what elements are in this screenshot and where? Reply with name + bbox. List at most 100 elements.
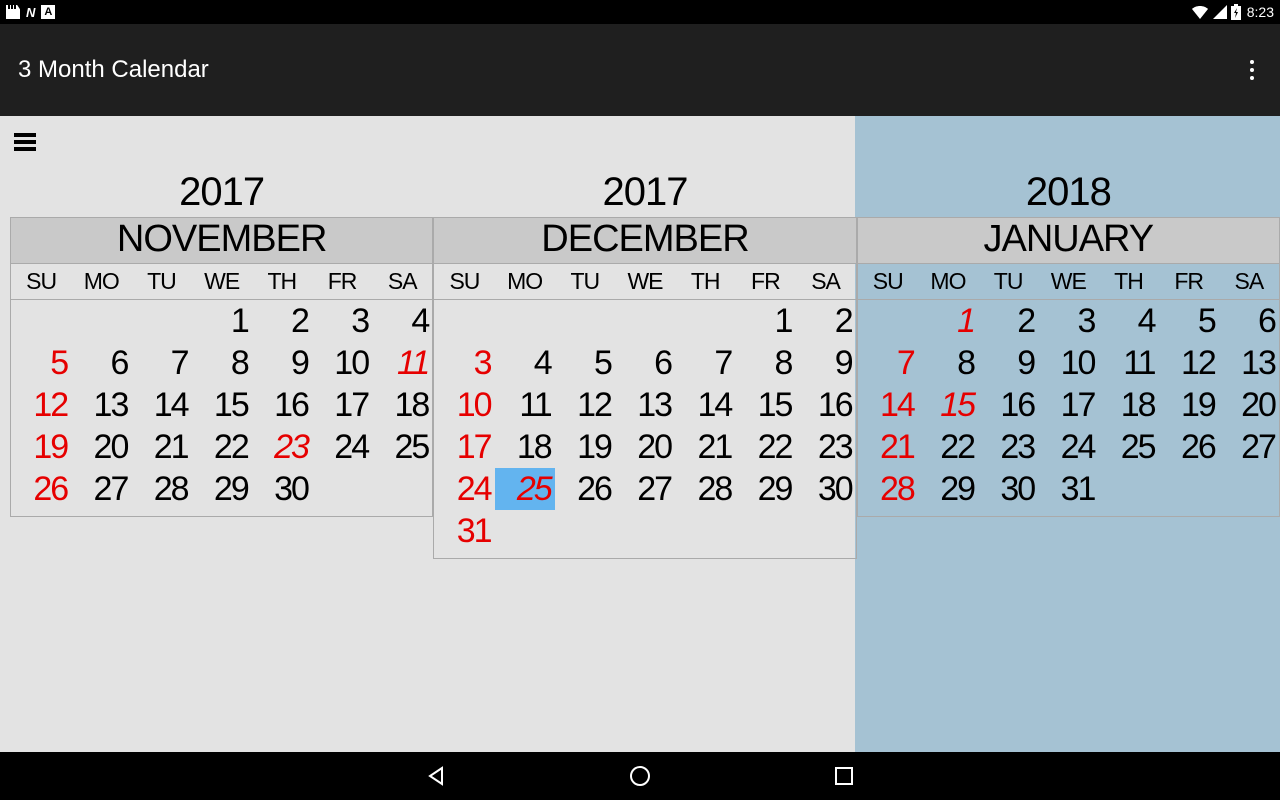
- day-cell[interactable]: 24: [1038, 426, 1098, 468]
- day-cell[interactable]: 3: [1038, 300, 1098, 342]
- day-cell[interactable]: 17: [312, 384, 372, 426]
- day-cell[interactable]: 28: [131, 468, 191, 510]
- day-cell[interactable]: 26: [11, 468, 71, 510]
- day-cell[interactable]: 7: [131, 342, 191, 384]
- day-cell[interactable]: 13: [1219, 342, 1279, 384]
- day-cell[interactable]: 4: [1098, 300, 1158, 342]
- day-cell[interactable]: 4: [372, 300, 432, 342]
- year-label: 2018: [857, 170, 1280, 215]
- day-cell[interactable]: 5: [11, 342, 71, 384]
- day-cell[interactable]: 7: [675, 342, 735, 384]
- day-cell[interactable]: 11: [372, 342, 432, 384]
- day-cell[interactable]: 29: [735, 468, 795, 510]
- day-cell[interactable]: 3: [434, 342, 494, 384]
- day-cell[interactable]: 1: [918, 300, 978, 342]
- day-cell[interactable]: 18: [1098, 384, 1158, 426]
- day-cell[interactable]: 13: [615, 384, 675, 426]
- day-cell[interactable]: 31: [1038, 468, 1098, 510]
- day-cell[interactable]: 27: [615, 468, 675, 510]
- day-cell[interactable]: 13: [71, 384, 131, 426]
- day-cell[interactable]: 30: [978, 468, 1038, 510]
- day-cell[interactable]: 18: [372, 384, 432, 426]
- day-cell[interactable]: 8: [918, 342, 978, 384]
- day-cell[interactable]: 25: [1098, 426, 1158, 468]
- day-cell[interactable]: 6: [1219, 300, 1279, 342]
- day-cell[interactable]: 12: [11, 384, 71, 426]
- day-cell[interactable]: 15: [735, 384, 795, 426]
- day-cell[interactable]: 16: [978, 384, 1038, 426]
- day-cell[interactable]: 8: [735, 342, 795, 384]
- day-cell[interactable]: 19: [555, 426, 615, 468]
- day-cell[interactable]: 9: [978, 342, 1038, 384]
- day-cell[interactable]: 6: [615, 342, 675, 384]
- day-cell[interactable]: 15: [192, 384, 252, 426]
- day-cell[interactable]: 16: [795, 384, 855, 426]
- day-cell[interactable]: 25: [495, 468, 555, 510]
- day-cell[interactable]: 29: [918, 468, 978, 510]
- day-cell[interactable]: 20: [615, 426, 675, 468]
- hamburger-button[interactable]: [14, 130, 36, 154]
- day-cell[interactable]: 5: [1159, 300, 1219, 342]
- day-cell[interactable]: 12: [1159, 342, 1219, 384]
- day-cell[interactable]: 7: [858, 342, 918, 384]
- day-cell[interactable]: 10: [434, 384, 494, 426]
- dow-row: SUMOTUWETHFRSA: [857, 264, 1280, 300]
- day-cell[interactable]: 25: [372, 426, 432, 468]
- day-cell[interactable]: 4: [495, 342, 555, 384]
- day-cell[interactable]: 11: [1098, 342, 1158, 384]
- day-cell[interactable]: 29: [192, 468, 252, 510]
- day-cell[interactable]: 21: [858, 426, 918, 468]
- day-empty: [675, 510, 735, 552]
- day-cell[interactable]: 22: [192, 426, 252, 468]
- day-cell[interactable]: 6: [71, 342, 131, 384]
- day-cell[interactable]: 2: [978, 300, 1038, 342]
- day-cell[interactable]: 24: [312, 426, 372, 468]
- day-cell[interactable]: 22: [918, 426, 978, 468]
- day-cell[interactable]: 18: [495, 426, 555, 468]
- day-cell[interactable]: 24: [434, 468, 494, 510]
- day-cell[interactable]: 1: [192, 300, 252, 342]
- day-cell[interactable]: 28: [858, 468, 918, 510]
- day-cell[interactable]: 19: [11, 426, 71, 468]
- day-cell[interactable]: 23: [252, 426, 312, 468]
- day-cell[interactable]: 28: [675, 468, 735, 510]
- day-cell[interactable]: 27: [71, 468, 131, 510]
- day-cell[interactable]: 9: [252, 342, 312, 384]
- day-cell[interactable]: 22: [735, 426, 795, 468]
- day-cell[interactable]: 26: [555, 468, 615, 510]
- day-cell[interactable]: 14: [675, 384, 735, 426]
- day-cell[interactable]: 31: [434, 510, 494, 552]
- home-button[interactable]: [628, 764, 652, 788]
- day-cell[interactable]: 11: [495, 384, 555, 426]
- day-cell[interactable]: 17: [434, 426, 494, 468]
- day-cell[interactable]: 3: [312, 300, 372, 342]
- day-cell[interactable]: 15: [918, 384, 978, 426]
- back-button[interactable]: [424, 764, 448, 788]
- overflow-menu-button[interactable]: [1242, 52, 1262, 88]
- day-cell[interactable]: 19: [1159, 384, 1219, 426]
- day-cell[interactable]: 9: [795, 342, 855, 384]
- day-cell[interactable]: 14: [858, 384, 918, 426]
- day-cell[interactable]: 30: [252, 468, 312, 510]
- day-cell[interactable]: 23: [795, 426, 855, 468]
- day-cell[interactable]: 2: [795, 300, 855, 342]
- day-cell[interactable]: 10: [1038, 342, 1098, 384]
- day-cell[interactable]: 17: [1038, 384, 1098, 426]
- day-cell[interactable]: 27: [1219, 426, 1279, 468]
- day-cell[interactable]: 20: [71, 426, 131, 468]
- day-cell[interactable]: 21: [131, 426, 191, 468]
- day-cell[interactable]: 2: [252, 300, 312, 342]
- day-cell[interactable]: 12: [555, 384, 615, 426]
- day-cell[interactable]: 1: [735, 300, 795, 342]
- day-cell[interactable]: 14: [131, 384, 191, 426]
- day-cell[interactable]: 5: [555, 342, 615, 384]
- day-cell[interactable]: 8: [192, 342, 252, 384]
- recents-button[interactable]: [832, 764, 856, 788]
- day-cell[interactable]: 23: [978, 426, 1038, 468]
- day-cell[interactable]: 21: [675, 426, 735, 468]
- day-cell[interactable]: 30: [795, 468, 855, 510]
- day-cell[interactable]: 26: [1159, 426, 1219, 468]
- day-cell[interactable]: 20: [1219, 384, 1279, 426]
- day-cell[interactable]: 10: [312, 342, 372, 384]
- day-cell[interactable]: 16: [252, 384, 312, 426]
